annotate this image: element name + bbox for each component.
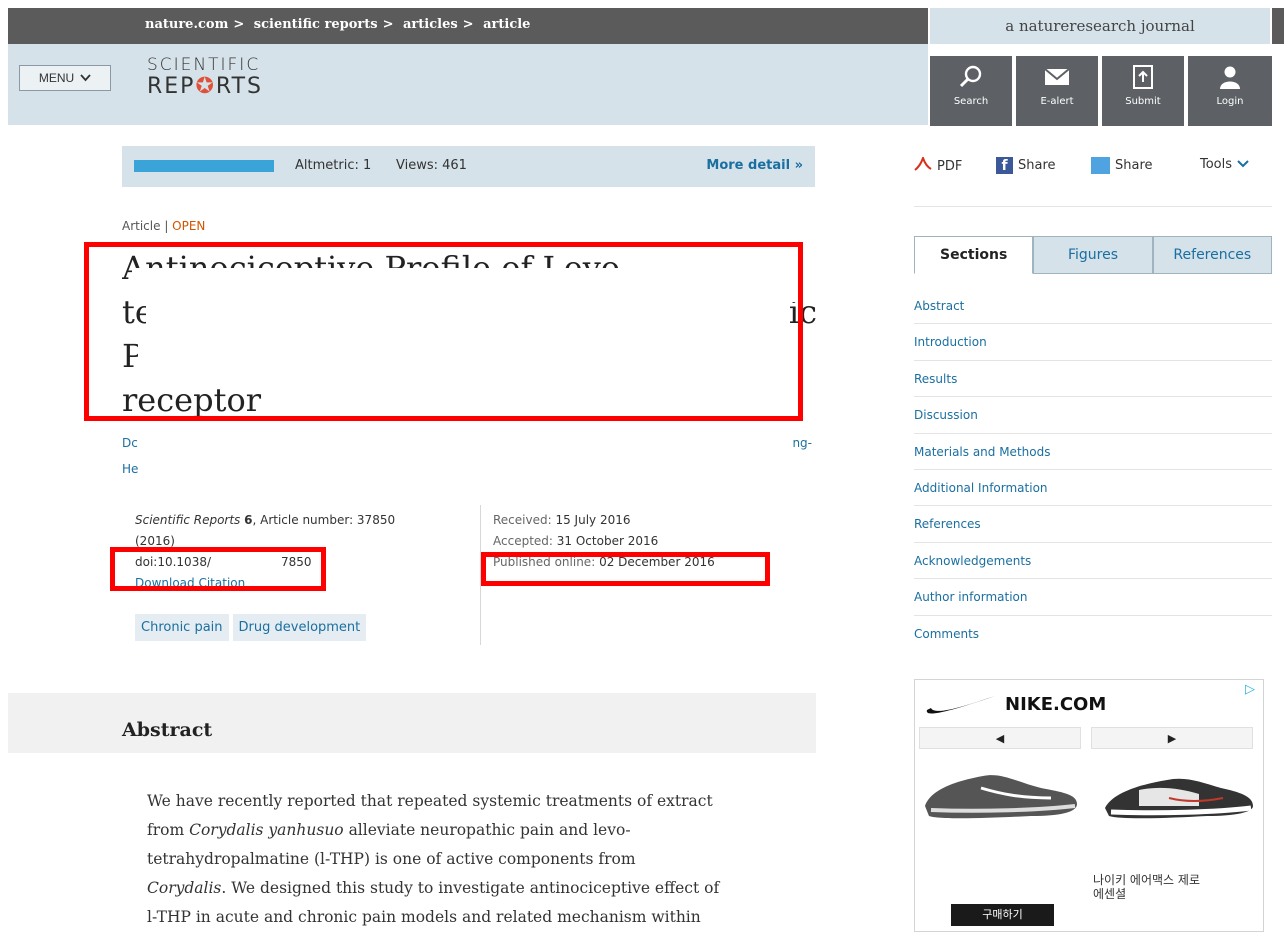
abstract-heading: Abstract: [122, 719, 213, 741]
abstract-line: tetrahydropalmatine (l-THP) is one of ac…: [147, 850, 636, 868]
view-count: Views: 461: [396, 158, 467, 173]
abstract-header: Abstract: [8, 693, 816, 753]
carousel-next-button[interactable]: ▶: [1091, 727, 1253, 749]
abstract-line: We have recently reported that repeated …: [147, 792, 713, 810]
more-detail-link[interactable]: More detail »: [706, 158, 803, 173]
breadcrumb-item[interactable]: article: [483, 17, 530, 32]
pdf-download-link[interactable]: PDF: [914, 154, 962, 175]
section-link[interactable]: Author information: [914, 579, 1272, 616]
header-band: [8, 44, 928, 125]
title-redaction-box: [84, 242, 803, 421]
section-link[interactable]: Discussion: [914, 397, 1272, 434]
sidebar-tabs: Sections Figures References: [914, 236, 1272, 274]
section-nav-list: Abstract Introduction Results Discussion…: [914, 288, 1272, 652]
menu-label: MENU: [38, 71, 75, 85]
breadcrumb-item[interactable]: nature.com: [145, 17, 228, 32]
section-link[interactable]: References: [914, 506, 1272, 543]
section-link[interactable]: Materials and Methods: [914, 434, 1272, 470]
abstract-line: from Corydalis yanhusuo alleviate neurop…: [147, 821, 631, 839]
article-type: Article | OPEN: [122, 219, 206, 233]
upload-icon: [1102, 56, 1184, 96]
tab-figures[interactable]: Figures: [1033, 236, 1153, 274]
section-link[interactable]: Additional Information: [914, 470, 1272, 507]
subject-tags: Chronic pain Drug development: [135, 614, 367, 641]
author-link[interactable]: He: [122, 462, 138, 476]
adchoices-icon[interactable]: ▷: [1245, 682, 1255, 697]
search-icon: [930, 56, 1012, 96]
twitter-share-button[interactable]: Share: [1091, 157, 1153, 174]
tab-sections[interactable]: Sections: [914, 236, 1034, 274]
section-link[interactable]: Acknowledgements: [914, 543, 1272, 580]
facebook-icon: f: [996, 157, 1013, 174]
subject-tag[interactable]: Drug development: [232, 614, 367, 641]
search-button[interactable]: Search: [930, 56, 1012, 126]
envelope-icon: [1016, 56, 1098, 96]
section-link[interactable]: Introduction: [914, 324, 1272, 361]
abstract-line: Corydalis. We designed this study to inv…: [147, 879, 720, 897]
edge-strip: [1272, 8, 1284, 44]
pdf-icon: [914, 154, 932, 175]
published-date-highlight-box: [481, 552, 770, 586]
breadcrumb: nature.com > scientific reports > articles…: [145, 17, 531, 32]
tools-dropdown[interactable]: Tools: [1200, 157, 1249, 172]
carousel-prev-button[interactable]: ◀: [919, 727, 1081, 749]
top-bar: nature.com > scientific reports > articles…: [8, 8, 928, 44]
logo-line-2: REP✪RTS: [147, 74, 263, 99]
subject-tag[interactable]: Chronic pain: [135, 614, 229, 641]
login-button[interactable]: Login: [1188, 56, 1272, 126]
gear-icon: ✪: [195, 74, 216, 99]
open-access-badge: OPEN: [172, 219, 206, 233]
shoe-image[interactable]: [1099, 758, 1259, 832]
tab-references[interactable]: References: [1152, 236, 1272, 274]
advertisement[interactable]: NIKE.COM ▷ ◀ ▶ 나이키 에어맥스 제로 에센셜 구매하기: [914, 679, 1264, 932]
breadcrumb-item[interactable]: articles: [403, 17, 458, 32]
logo-line-1: SCIENTIFIC: [147, 55, 261, 75]
ad-product-name: 나이키 에어맥스 제로 에센셜: [1093, 873, 1200, 901]
e-alert-button[interactable]: E-alert: [1016, 56, 1098, 126]
doi-highlight-box: [110, 547, 326, 591]
chevron-down-icon: [80, 71, 91, 85]
nike-swoosh-logo: [925, 694, 997, 720]
article-metrics-bar: Altmetric: 1 Views: 461 More detail »: [122, 146, 815, 187]
abstract-text: We have recently reported that repeated …: [147, 787, 822, 932]
ad-brand: NIKE.COM: [1005, 694, 1107, 715]
shoe-image[interactable]: [921, 758, 1081, 832]
buy-button[interactable]: 구매하기: [951, 904, 1054, 926]
abstract-line: l-THP in acute and chronic pain models a…: [147, 908, 701, 926]
chevron-down-icon: [1237, 157, 1249, 172]
altmetric-score: Altmetric: 1: [295, 158, 372, 173]
author-list: Dc ng- He: [122, 436, 812, 476]
twitter-icon: [1091, 157, 1110, 174]
section-link[interactable]: Comments: [914, 616, 1272, 652]
section-link[interactable]: Results: [914, 361, 1272, 398]
journal-tagline[interactable]: a natureresearch journal: [930, 8, 1270, 44]
section-link[interactable]: Abstract: [914, 288, 1272, 325]
menu-button[interactable]: MENU: [19, 65, 111, 91]
altmetric-badge[interactable]: [134, 160, 274, 172]
sidebar-divider: [914, 206, 1272, 207]
author-link[interactable]: Dc: [122, 436, 138, 450]
breadcrumb-item[interactable]: scientific reports: [254, 17, 378, 32]
scientific-reports-logo[interactable]: SCIENTIFIC REP✪RTS: [147, 56, 263, 99]
submit-button[interactable]: Submit: [1102, 56, 1184, 126]
user-icon: [1188, 56, 1272, 96]
facebook-share-button[interactable]: f Share: [996, 157, 1056, 174]
